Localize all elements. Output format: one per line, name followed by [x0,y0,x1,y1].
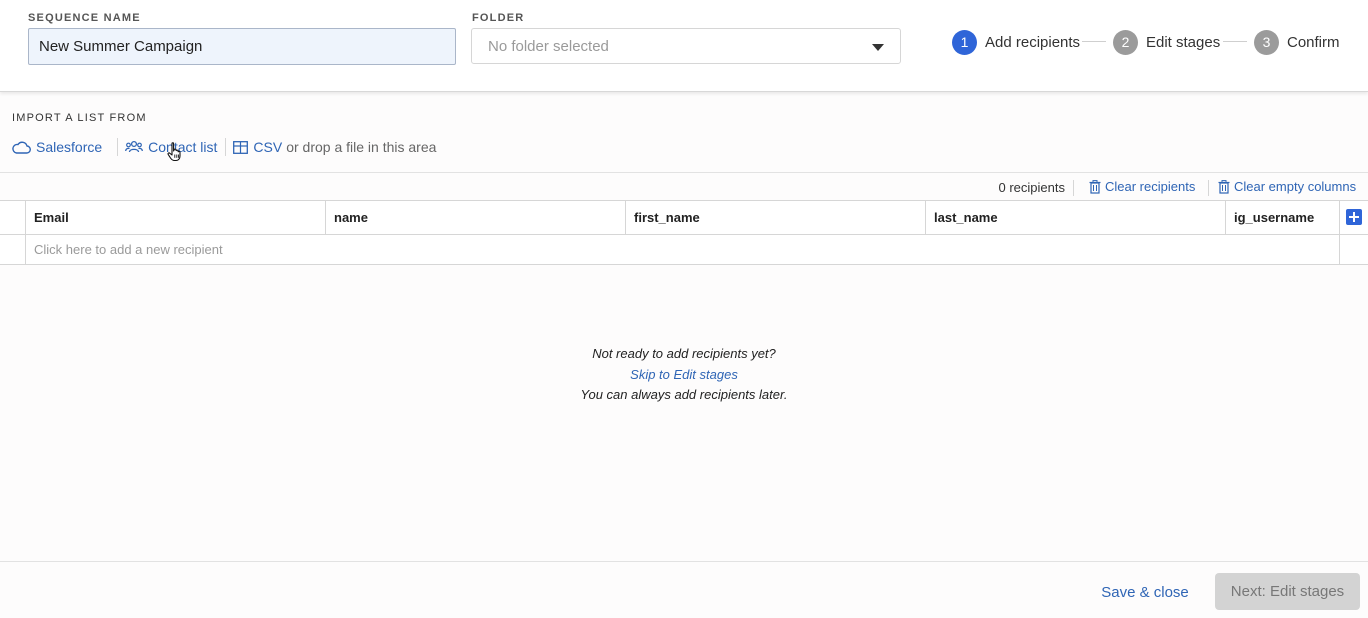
clear-empty-columns-label: Clear empty columns [1234,179,1357,194]
step-number: 1 [952,29,977,55]
empty-state-title: Not ready to add recipients yet? [592,346,776,361]
folder-select[interactable]: No folder selected [471,28,901,64]
empty-state: Not ready to add recipients yet? Skip to… [0,344,1368,406]
empty-state-hint: You can always add recipients later. [580,387,788,402]
sequence-name-label: SEQUENCE NAME [28,12,141,24]
salesforce-label: Salesforce [36,139,103,155]
import-sources: Salesforce Contact list CSV or drop a fi… [12,137,436,157]
step-connector [1223,41,1247,42]
column-header-first-name[interactable]: first_name [626,201,926,234]
skip-to-edit-stages-link[interactable]: Skip to Edit stages [0,365,1368,386]
folder-label: FOLDER [472,12,525,24]
users-icon [125,140,144,153]
step-confirm[interactable]: 3 Confirm [1254,29,1340,55]
clear-recipients-label: Clear recipients [1105,179,1196,194]
import-csv-link[interactable]: CSV [233,139,282,155]
step-label: Edit stages [1146,33,1221,51]
cloud-icon [12,141,31,154]
step-label: Add recipients [985,33,1081,51]
clear-recipients-button[interactable]: Clear recipients [1089,179,1195,194]
row-number-header [0,201,26,234]
divider [225,138,227,156]
csv-label: CSV [253,139,283,155]
row-gutter [0,235,26,265]
clear-empty-columns-button[interactable]: Clear empty columns [1218,179,1356,194]
column-header-ig-username[interactable]: ig_username [1226,201,1340,234]
step-number: 3 [1254,29,1279,55]
save-close-button[interactable]: Save & close [1092,574,1198,610]
column-header-name[interactable]: name [326,201,626,234]
step-number: 2 [1113,29,1138,55]
step-edit-stages[interactable]: 2 Edit stages [1113,29,1220,55]
column-header-email[interactable]: Email [26,201,326,234]
next-edit-stages-button[interactable]: Next: Edit stages [1215,573,1360,610]
import-label: IMPORT A LIST FROM [12,112,147,124]
caret-down-icon [872,44,884,51]
recipients-count: 0 recipients [998,180,1065,195]
footer-bar: Save & close Next: Edit stages [0,561,1368,618]
trash-icon [1089,179,1101,194]
table-icon [233,140,249,154]
hand-pointer-cursor-icon [167,142,181,162]
recipients-toolbar: 0 recipients Clear recipients Clear empt… [0,172,1368,200]
folder-placeholder: No folder selected [488,38,609,55]
recipients-table: Email name first_name last_name ig_usern… [0,200,1368,265]
add-recipient-row[interactable]: Click here to add a new recipient [26,235,1340,265]
sequence-header: SEQUENCE NAME FOLDER No folder selected … [0,0,1368,92]
divider [1073,180,1074,196]
step-label: Confirm [1287,33,1340,51]
drop-zone-hint[interactable]: or drop a file in this area [286,139,436,155]
divider [1208,180,1209,196]
divider [117,138,119,156]
trash-icon [1218,179,1230,194]
sequence-name-input[interactable] [28,28,456,65]
step-connector [1082,41,1106,42]
step-add-recipients[interactable]: 1 Add recipients [952,29,1080,55]
column-header-last-name[interactable]: last_name [926,201,1226,234]
import-salesforce-link[interactable]: Salesforce [12,139,102,155]
add-column-icon[interactable] [1346,209,1362,225]
